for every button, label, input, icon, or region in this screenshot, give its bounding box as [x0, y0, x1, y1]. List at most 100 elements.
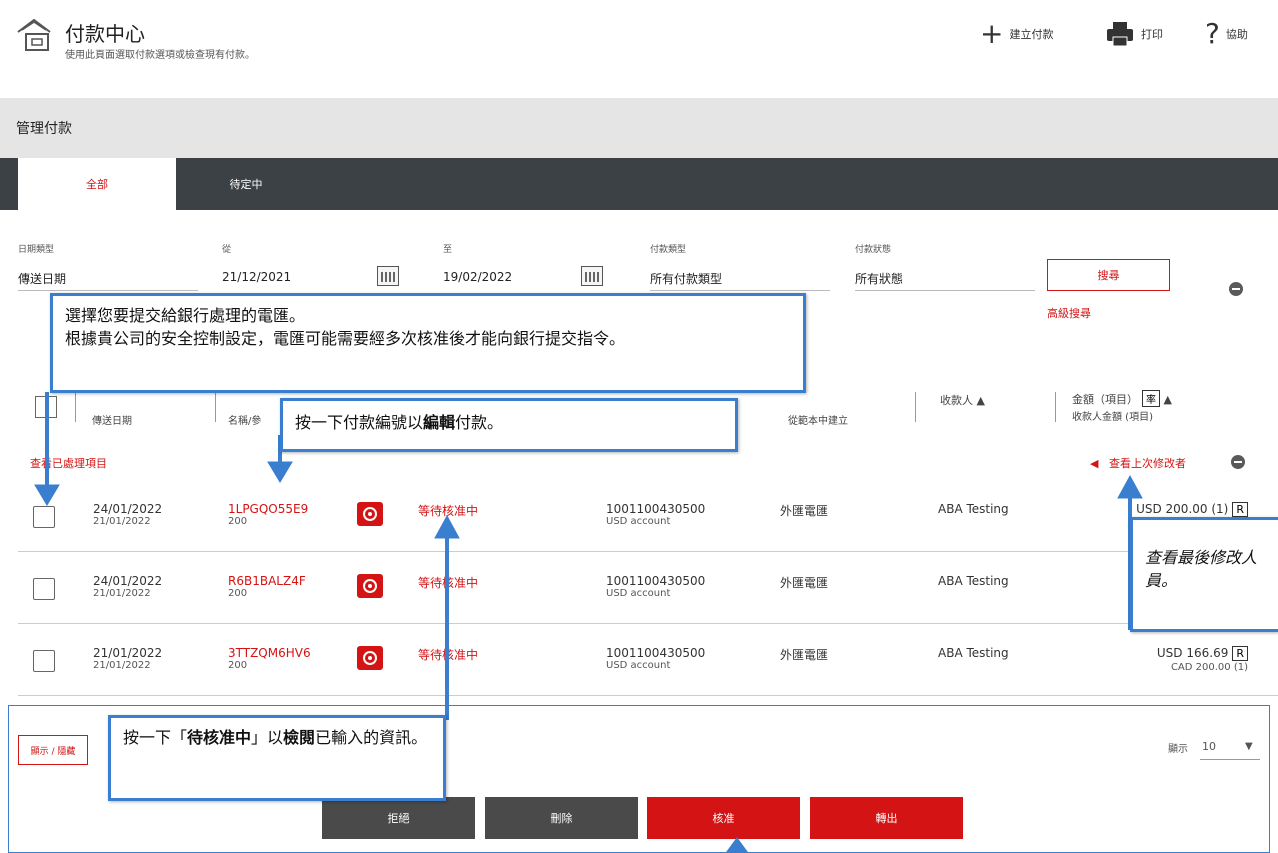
print-label: 打印 — [1141, 28, 1163, 41]
row-account-sub: USD account — [606, 660, 671, 671]
row-date-created: 21/01/2022 — [93, 660, 151, 671]
row-checkbox[interactable] — [33, 650, 55, 672]
chevron-down-icon[interactable]: ▼ — [1245, 741, 1253, 752]
search-button[interactable]: 搜尋 — [1047, 259, 1170, 291]
rate-toggle[interactable]: 率 — [1142, 390, 1160, 407]
date-type-label: 日期類型 — [18, 245, 55, 255]
row-status-link[interactable]: 等待核准中 — [418, 574, 478, 591]
callout-select-transfers: 選擇您要提交給銀行處理的電匯。 根據貴公司的安全控制設定，電匯可能需要經多次核准… — [50, 293, 806, 393]
export-button[interactable]: 轉出 — [810, 797, 963, 839]
row-payment-ref-link[interactable]: 3TTZQM6HV6 — [228, 646, 311, 660]
from-date-input[interactable]: 21/12/2021 — [222, 270, 291, 284]
col-header-amount-sub: 收款人金額 (項目) — [1072, 412, 1153, 423]
approve-button[interactable]: 核准 — [647, 797, 800, 839]
question-icon: ? — [1205, 17, 1220, 50]
view-processed-link[interactable]: 查看已處理項目 — [30, 455, 107, 471]
row-account: 1001100430500 — [606, 646, 706, 660]
row-checkbox[interactable] — [33, 506, 55, 528]
eye-icon[interactable] — [357, 574, 383, 598]
callout-review-pre: 按一下「 — [123, 728, 188, 747]
collapse-filters-icon[interactable] — [1229, 282, 1243, 296]
tab-pending[interactable]: 待定中 — [176, 158, 316, 210]
callout-select-line1: 選擇您要提交給銀行處理的電匯。 — [65, 306, 306, 325]
collapse-modifier-icon[interactable] — [1231, 455, 1245, 469]
callout-review-mid: 」以 — [251, 728, 284, 747]
row-ref-sub: 200 — [228, 660, 248, 671]
callout-review-pending: 按一下「待核准中」以檢閱已輸入的資訊。 — [108, 715, 446, 801]
select-all-checkbox[interactable] — [35, 396, 57, 418]
reject-button[interactable]: 拒絕 — [322, 797, 475, 839]
col-header-account[interactable]: 從範本中建立 — [788, 412, 848, 427]
row-date-created: 21/01/2022 — [93, 516, 151, 527]
row-amount: USD 200.00 (1) R — [1136, 502, 1248, 517]
page-size-select[interactable]: 10 — [1202, 740, 1216, 753]
page-size-underline — [1200, 759, 1260, 760]
row-checkbox[interactable] — [33, 578, 55, 600]
col-header-date[interactable]: 傳送日期 — [92, 412, 132, 427]
row-payee: ABA Testing — [938, 646, 1009, 660]
show-hide-button[interactable]: 顯示 / 隱藏 — [18, 735, 88, 765]
eye-icon[interactable] — [357, 502, 383, 526]
delete-button[interactable]: 刪除 — [485, 797, 638, 839]
payment-type-select[interactable]: 所有付款類型 — [650, 270, 722, 287]
view-last-modifier-label: 查看上次修改者 — [1108, 457, 1186, 470]
column-separator — [1055, 392, 1056, 422]
callout-select-line2: 根據貴公司的安全控制設定，電匯可能需要經多次核准後才能向銀行提交指令。 — [65, 329, 626, 349]
callout-last-modifier: 查看最後修改人員。 — [1130, 517, 1278, 632]
eye-icon[interactable] — [357, 646, 383, 670]
row-account: 1001100430500 — [606, 502, 706, 516]
row-date-sent: 21/01/2022 — [93, 646, 163, 660]
tab-all[interactable]: 全部 — [18, 158, 176, 210]
callout-review-bold1: 待核准中 — [187, 728, 252, 747]
row-ref-sub: 200 — [228, 588, 248, 599]
table-row: 21/01/2022 21/01/2022 3TTZQM6HV6 200 等待核… — [18, 624, 1278, 696]
date-type-select[interactable]: 傳送日期 — [18, 270, 66, 287]
page-header: 付款中心 使用此頁面選取付款選項或檢查現有付款。 + 建立付款 打印 ? 協助 — [0, 0, 1278, 80]
rate-badge[interactable]: R — [1232, 646, 1248, 661]
manage-payments-title: 管理付款 — [16, 121, 72, 137]
from-calendar-icon[interactable] — [377, 266, 399, 286]
payment-status-select[interactable]: 所有狀態 — [855, 270, 903, 287]
row-payment-type: 外匯電匯 — [780, 648, 829, 662]
callout-edit-post: 付款。 — [455, 413, 504, 432]
row-date-sent: 24/01/2022 — [93, 502, 163, 516]
create-payment-label: 建立付款 — [1009, 28, 1054, 41]
advanced-search-link[interactable]: 高級搜尋 — [1047, 305, 1091, 321]
page-title: 付款中心 — [65, 22, 145, 46]
row-payment-ref-link[interactable]: R6B1BALZ4F — [228, 574, 306, 588]
callout-review-post: 已輸入的資訊。 — [315, 728, 428, 747]
row-date-sent: 24/01/2022 — [93, 574, 163, 588]
col-header-amount[interactable]: 金額（項目）率 ▲ — [1072, 390, 1172, 407]
to-calendar-icon[interactable] — [581, 266, 603, 286]
to-label: 至 — [443, 245, 453, 255]
row-payment-ref-link[interactable]: 1LPGQO55E9 — [228, 502, 308, 516]
row-account-sub: USD account — [606, 516, 671, 527]
view-last-modifier-link[interactable]: ◀ 查看上次修改者 — [1090, 455, 1186, 471]
payment-center-icon — [17, 18, 51, 51]
show-label: 顯示 — [1168, 744, 1188, 755]
col-header-payee[interactable]: 收款人 ▲ — [940, 392, 985, 408]
payment-type-label: 付款類型 — [650, 245, 687, 255]
help-label: 協助 — [1225, 28, 1248, 41]
help-button[interactable]: ? 協助 — [1205, 20, 1248, 48]
print-button[interactable]: 打印 — [1105, 20, 1163, 48]
callout-edit-pre: 按一下付款編號以 — [295, 413, 424, 432]
row-account: 1001100430500 — [606, 574, 706, 588]
payment-type-underline — [650, 290, 830, 291]
row-payment-type: 外匯電匯 — [780, 576, 829, 590]
caret-left-icon: ◀ — [1090, 457, 1099, 470]
create-payment-button[interactable]: + 建立付款 — [980, 20, 1053, 48]
row-account-sub: USD account — [606, 588, 671, 599]
callout-review-bold2: 檢閱 — [283, 728, 316, 747]
row-status-link[interactable]: 等待核准中 — [418, 646, 478, 663]
row-date-created: 21/01/2022 — [93, 588, 151, 599]
row-amount-sub: CAD 200.00 (1) — [1170, 662, 1248, 673]
callout-edit-bold: 編輯 — [423, 413, 456, 432]
row-payee: ABA Testing — [938, 502, 1009, 516]
date-type-underline — [18, 290, 198, 291]
rate-badge[interactable]: R — [1232, 502, 1248, 517]
to-date-input[interactable]: 19/02/2022 — [443, 270, 512, 284]
row-status-link[interactable]: 等待核准中 — [418, 502, 478, 519]
col-header-ref[interactable]: 名稱/參 — [228, 412, 261, 427]
callout-modifier-text: 查看最後修改人員。 — [1145, 548, 1258, 591]
